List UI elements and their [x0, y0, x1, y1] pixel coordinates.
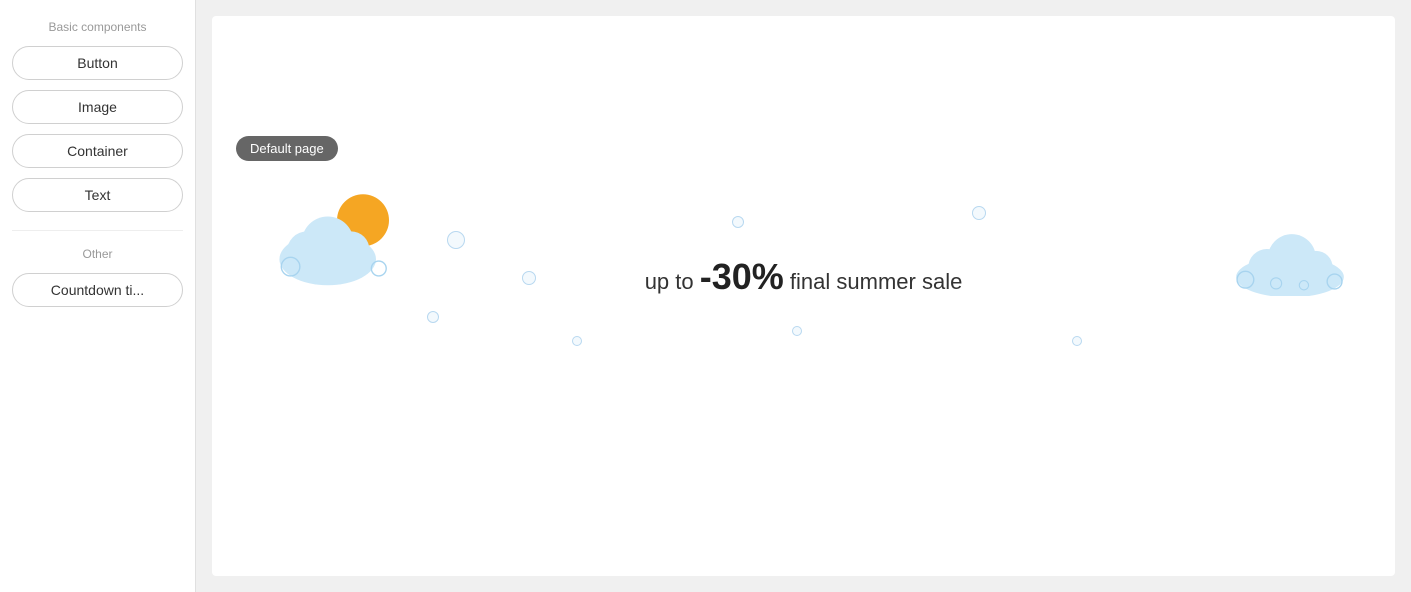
sidebar-item-button[interactable]: Button — [12, 46, 183, 80]
main-area: Default page — [196, 0, 1411, 592]
bubble-decoration — [447, 231, 465, 249]
canvas: Default page — [212, 16, 1395, 576]
bubble-decoration — [732, 216, 744, 228]
sale-prefix: up to — [645, 269, 694, 294]
sidebar-item-image[interactable]: Image — [12, 90, 183, 124]
sidebar: Basic components Button Image Container … — [0, 0, 196, 592]
sale-highlight: -30% — [700, 256, 784, 297]
sale-suffix: final summer sale — [790, 269, 962, 294]
sidebar-item-container[interactable]: Container — [12, 134, 183, 168]
basic-components-label: Basic components — [12, 20, 183, 34]
page-badge[interactable]: Default page — [236, 136, 338, 161]
cloud-sun-illustration — [272, 181, 402, 291]
bubble-decoration — [522, 271, 536, 285]
sidebar-item-countdown[interactable]: Countdown ti... — [12, 273, 183, 307]
sidebar-item-text[interactable]: Text — [12, 178, 183, 212]
bubble-decoration — [1072, 336, 1082, 346]
bubble-decoration — [972, 206, 986, 220]
sale-banner-text: up to -30% final summer sale — [645, 256, 963, 298]
cloud-illustration-right — [1225, 216, 1355, 296]
bubble-decoration — [427, 311, 439, 323]
bubble-decoration — [792, 326, 802, 336]
other-label: Other — [12, 247, 183, 261]
sidebar-divider — [12, 230, 183, 231]
bubble-decoration — [572, 336, 582, 346]
